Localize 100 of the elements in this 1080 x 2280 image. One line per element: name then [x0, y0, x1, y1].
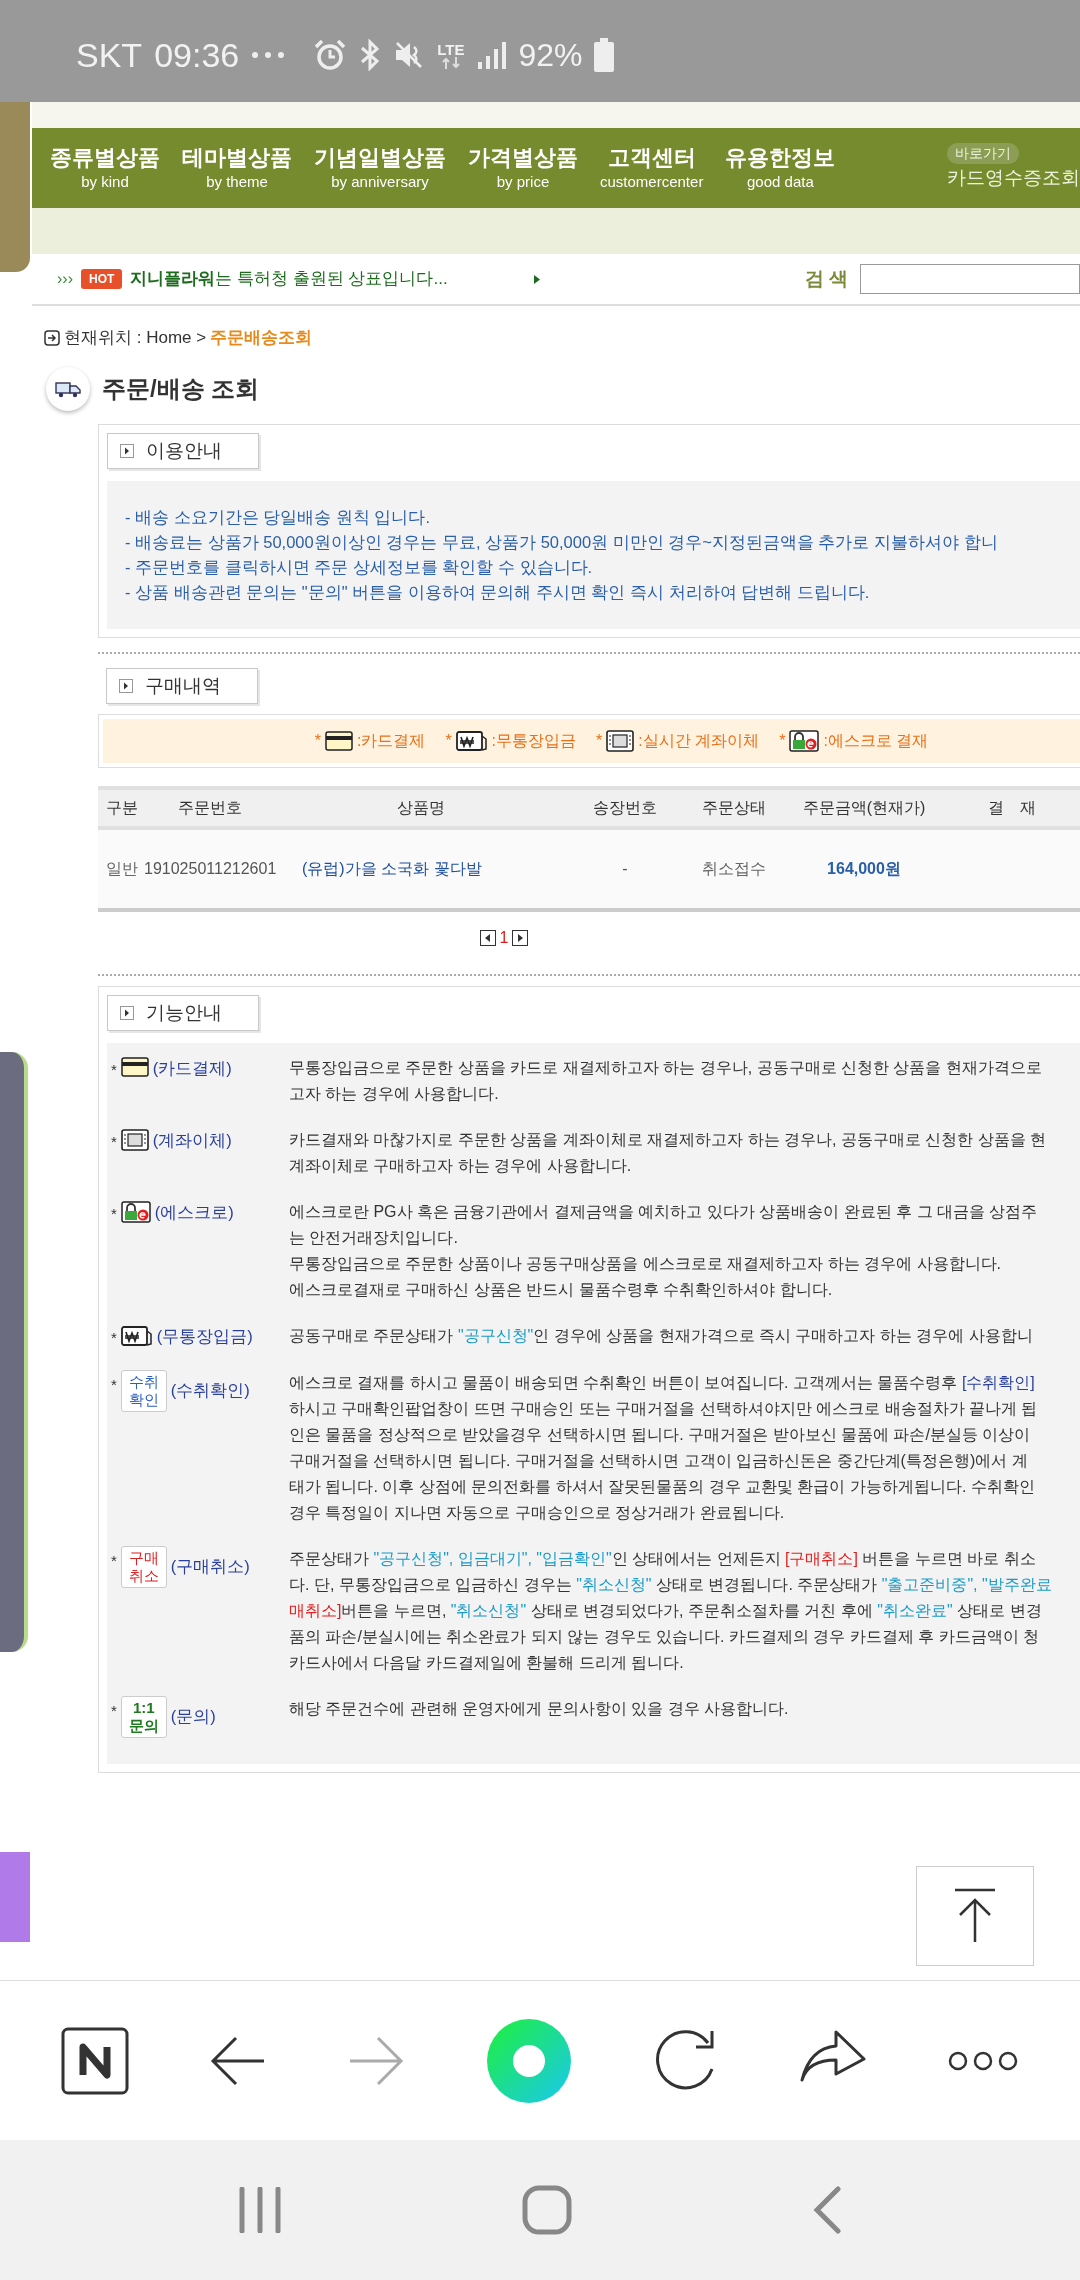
column-header: 송장번호: [592, 798, 658, 818]
signal-icon: [476, 40, 507, 70]
notice-line: - 배송 소요기간은 당일배송 원칙 입니다.: [125, 507, 431, 528]
caret-icon: [120, 1006, 134, 1020]
notice-line: - 주문번호를 클릭하시면 주문 상세정보를 확인할 수 있습니다.: [125, 557, 594, 578]
lock-e-icon: [789, 730, 820, 752]
nav-link[interactable]: 종류별상품 by kind: [50, 144, 160, 192]
function-button[interactable]: 수취확인: [120, 1369, 167, 1412]
description-line: 고자 하는 경우에 사용합니다.: [289, 1084, 500, 1104]
credit-card-icon: [324, 731, 353, 751]
back-icon[interactable]: [812, 2186, 842, 2234]
description-line: 태가 됩니다. 이후 상점에 문의전화를 하셔서 잘못된물품의 경우 교환및 환급이 가능하게됩니다. 수취확인: [289, 1476, 1036, 1497]
network-type-text: LTE: [437, 41, 465, 57]
description-line: 카드사에서 다음달 카드결제일에 환불해 드리게 됩니다.: [289, 1652, 685, 1673]
description-line: 에스크로결재로 구매하신 상품은 반드시 물품수령후 수취확인하셔야 합니다.: [289, 1280, 834, 1300]
description-line: 매취소]버튼을 누르면, "취소신청" 상태로 변경되었다가, 주문취소절차를 거친 후에 "취소완료" 상태로 변경: [289, 1600, 1043, 1621]
won-bankbook-icon: [120, 1325, 153, 1347]
n-logo-icon[interactable]: [60, 2026, 129, 2095]
breadcrumb-current[interactable]: 주문배송조회: [210, 325, 313, 351]
caret-icon: [119, 679, 133, 693]
table-cell-text: 164,000원: [826, 859, 902, 879]
data-arrows-icon: [440, 56, 461, 69]
description-line: 주문상태가 "공구신청", 입금대기", "입금확인"인 상태에서는 언제든지 [구매취소] 버튼을 누르면 바로 취소: [289, 1548, 1037, 1569]
receipt-lookup-link[interactable]: 카드영수증조회: [947, 164, 1080, 193]
hot-badge: HOT: [81, 269, 123, 289]
description-line: 인은 물품을 정상적으로 받았을경우 선택하시면 됩니다. 구매거절은 받아보신 물품에 파손/분실등 이상이: [289, 1424, 1032, 1445]
description-line: 다. 단, 무통장입금으로 입금하신 경우는 "취소신청" 상태로 변경됩니다. 주문상태가 "출고준비중", "발주완료: [289, 1574, 1052, 1595]
search-label: 검 색: [804, 266, 848, 291]
battery-icon: [594, 38, 615, 72]
search-field[interactable]: [860, 264, 1080, 294]
description-line: 에스크로란 PG사 혹은 금융기관에서 결제금액을 예치하고 있다가 상품배송이 완료된 후 그 대금을 상점주: [289, 1202, 1038, 1222]
battery-percent-text: 92%: [518, 36, 583, 75]
section-title: 구매내역: [145, 673, 221, 698]
section-title: 기능안내: [146, 1000, 222, 1025]
asterisk-mark: *: [779, 731, 786, 751]
table-cell-text: 일반: [105, 859, 139, 879]
previous-page-button[interactable]: [479, 930, 496, 946]
function-label: (구매취소): [170, 1555, 250, 1577]
credit-card-icon: [120, 1057, 149, 1077]
alarm-icon: [313, 38, 348, 72]
won-bankbook-icon: [455, 730, 488, 752]
section-title: 이용안내: [146, 438, 222, 463]
back-arrow-icon[interactable]: [210, 2035, 267, 2086]
function-label: (계좌이체): [152, 1130, 232, 1151]
next-page-button[interactable]: [512, 930, 529, 946]
clock-text: 09:36: [154, 34, 240, 76]
bluetooth-icon: [359, 39, 382, 71]
lock-e-icon: [120, 1201, 151, 1223]
home-icon[interactable]: [522, 2185, 572, 2235]
transfer-screen-icon: [606, 730, 635, 752]
description-line: 경우 특정일이 지나면 자동으로 구매승인으로 정상거래가 완료됩니다.: [289, 1502, 786, 1523]
shortcut-label: 바로가기: [947, 143, 1019, 165]
truck-icon: [46, 367, 90, 411]
description-line: 해당 주문건수에 관련해 운영자에게 문의사항이 있을 경우 사용합니다.: [289, 1698, 789, 1719]
function-label: (문의): [170, 1705, 216, 1727]
description-line: 계좌이체로 구매하고자 하는 경우에 사용합니다.: [289, 1156, 633, 1176]
asterisk-mark: *: [111, 1132, 117, 1152]
carrier-text: SKT: [76, 34, 143, 76]
recent-apps-icon[interactable]: [238, 2187, 282, 2233]
function-button[interactable]: 구매취소: [120, 1545, 167, 1588]
table-cell-text: -: [621, 859, 629, 879]
nav-link[interactable]: 가격별상품 by price: [468, 144, 578, 192]
asterisk-mark: *: [445, 731, 452, 751]
function-label: (수취확인): [170, 1379, 250, 1401]
description-line: 에스크로 결재를 하시고 물품이 배송되면 수취확인 버튼이 보여집니다. 고객께서는 물품수령후 [수취확인]: [289, 1372, 1036, 1393]
right-triangle-icon: [516, 934, 525, 942]
scroll-to-top-button[interactable]: [916, 1866, 1034, 1966]
function-label: (카드결제): [152, 1058, 232, 1079]
play-icon: [533, 274, 540, 284]
asterisk-mark: *: [314, 731, 321, 751]
nav-link[interactable]: 기념일별상품 by anniversary: [314, 144, 446, 192]
description-line: 품의 파손/분실시에는 취소완료가 되지 않는 경우도 있습니다. 카드결제의 경우 카드결제 후 카드금액이 청: [289, 1626, 1041, 1647]
description-line: 무통장입금으로 주문한 상품이나 공동구매상품을 에스크로로 재결제하고자 하는 경우에 사용합니다.: [289, 1254, 1002, 1274]
asterisk-mark: *: [111, 1374, 117, 1395]
legend-label: :에스크로 결재: [823, 731, 929, 751]
asterisk-mark: *: [111, 1700, 117, 1721]
function-label: (에스크로): [154, 1202, 234, 1223]
scroll-top-icon: [954, 1888, 996, 1944]
asterisk-mark: *: [111, 1204, 117, 1224]
table-cell-text: 취소접수: [701, 859, 767, 879]
column-header: 구분: [105, 798, 139, 818]
order-number-link[interactable]: 191025011212601: [144, 857, 276, 881]
left-triangle-icon: [483, 934, 492, 942]
function-button[interactable]: 1:1 문의: [120, 1695, 167, 1738]
column-header: 주문금액(현재가): [801, 798, 927, 818]
location-icon: [44, 330, 60, 346]
nav-link[interactable]: 유용한정보 good data: [725, 144, 836, 192]
legend-label: :카드결제: [356, 731, 426, 751]
description-line: 는 안전거래장치입니다.: [289, 1228, 459, 1248]
ticker-text: 지니플라워는 특허청 출원된 상표입니다...: [130, 268, 448, 291]
page-number[interactable]: 1: [499, 926, 509, 950]
nav-link[interactable]: 테마별상품 by theme: [182, 144, 292, 192]
asterisk-mark: *: [111, 1328, 117, 1348]
product-link[interactable]: (유럽)가을 소국화 꽃다발: [276, 857, 566, 881]
more-options-icon[interactable]: [947, 2049, 1020, 2072]
column-header: 결 재: [987, 798, 1037, 818]
nav-link[interactable]: 고객센터 customercenter: [600, 144, 704, 192]
column-header: 주문상태: [701, 798, 767, 818]
description-line: 카드결재와 마찮가지로 주문한 상품을 계좌이체로 재결제하고자 하는 경우나, 공동구매로 신청한 상품을 현: [289, 1130, 1047, 1150]
description-line: 공동구매로 주문상태가 "공구신청"인 경우에 상품을 현재가격으로 즉시 구매하고자 하는 경우에 사용합니: [289, 1326, 1033, 1346]
